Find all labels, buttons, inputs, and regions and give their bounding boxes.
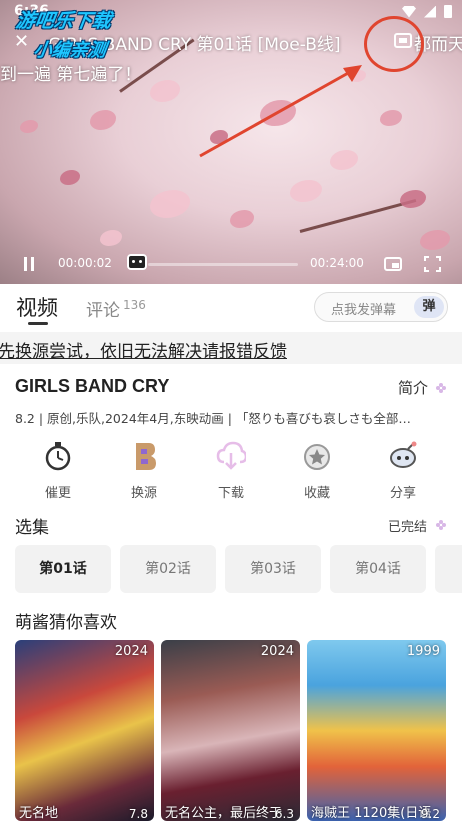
intro-button[interactable]: 简介 <box>398 377 428 398</box>
action-share[interactable]: 分享 <box>360 438 446 501</box>
danmaku-send-button[interactable]: 弹 <box>414 296 444 318</box>
tab-bar: 视频 评论 136 点我发弹幕 弹 <box>0 284 462 330</box>
card-score: 7.8 <box>128 807 148 821</box>
fullscreen-icon[interactable] <box>424 256 441 272</box>
current-time: 00:00:02 <box>58 256 112 270</box>
player-controls: 00:00:02 00:24:00 <box>0 248 462 280</box>
card-title: 无名公主，最后终于 <box>165 806 283 821</box>
tab-indicator <box>28 322 48 325</box>
episode-item[interactable]: 第02话 <box>120 545 216 593</box>
progress-thumb-icon[interactable] <box>127 254 147 270</box>
recommend-title: 萌酱猜你喜欢 <box>15 613 117 633</box>
notice-banner[interactable]: 先换源尝试，依旧无法解决请报错反馈 <box>0 332 462 364</box>
source-switch-icon <box>129 440 159 472</box>
action-download-label: 下载 <box>217 486 244 501</box>
action-download[interactable]: 下载 <box>188 438 274 501</box>
picture-in-picture-icon[interactable] <box>384 257 402 271</box>
annotation-arrow <box>199 65 362 158</box>
tab-comments-label: 评论 <box>86 301 120 321</box>
tab-video[interactable]: 视频 <box>16 292 58 322</box>
card-title: 无名地 <box>19 806 59 821</box>
action-bar: 催更 换源 下载 收藏 分享 <box>0 438 462 506</box>
comment-count: 136 <box>123 298 146 313</box>
card-score: 9.2 <box>420 807 440 821</box>
episode-item[interactable]: 第03话 <box>225 545 321 593</box>
action-switch-source[interactable]: 换源 <box>101 438 187 501</box>
recommend-list: 2024 无名地 7.8 2024 无名公主，最后终于 6.3 1999 海贼王… <box>15 640 462 821</box>
action-favorite-label: 收藏 <box>303 486 330 501</box>
action-urge[interactable]: 催更 <box>15 438 101 501</box>
episode-item[interactable]: 第04话 <box>330 545 426 593</box>
danmaku-placeholder: 点我发弹幕 <box>331 303 397 318</box>
recommend-card[interactable]: 2024 无名地 7.8 <box>15 640 154 821</box>
action-share-label: 分享 <box>389 486 416 501</box>
recommend-card[interactable]: 2024 无名公主，最后终于 6.3 <box>161 640 300 821</box>
anime-meta: 8.2 | 原创,乐队,2024年4月,东映动画 | 「怒りも喜びも哀しさも全部… <box>15 411 411 426</box>
anime-title: GIRLS BAND CRY <box>15 376 170 396</box>
cloud-download-icon <box>216 440 248 472</box>
tab-comments[interactable]: 评论 136 <box>86 296 146 321</box>
card-year: 2024 <box>114 644 148 659</box>
danmaku-input[interactable]: 点我发弹幕 弹 <box>314 292 448 322</box>
recommend-card[interactable]: 1999 海贼王 1120集(日语 9.2 <box>307 640 446 821</box>
stopwatch-icon <box>43 440 73 472</box>
action-switch-source-label: 换源 <box>130 486 157 501</box>
episode-item[interactable]: 第 <box>435 545 462 593</box>
notice-text: 先换源尝试，依旧无法解决请报错反馈 <box>0 342 287 362</box>
status-flower-icon <box>436 520 446 530</box>
progress-bar[interactable] <box>148 263 298 266</box>
episodes-title: 选集 <box>15 518 49 538</box>
share-icon <box>388 440 418 472</box>
pause-icon[interactable] <box>22 257 36 271</box>
card-year: 1999 <box>406 644 440 659</box>
episode-list: 第01话 第02话 第03话 第04话 第 <box>15 545 462 593</box>
action-urge-label: 催更 <box>44 486 71 501</box>
total-time: 00:24:00 <box>310 256 364 270</box>
intro-flower-icon <box>436 383 446 393</box>
star-favorite-icon <box>302 440 332 472</box>
episodes-status[interactable]: 已完结 <box>388 516 427 535</box>
video-player[interactable]: 6:36 ✕ GIRLS BAND CRY 第01话 [Moe-B线] 都而天 … <box>0 0 462 284</box>
action-favorite[interactable]: 收藏 <box>274 438 360 501</box>
card-score: 6.3 <box>274 807 294 821</box>
episode-item[interactable]: 第01话 <box>15 545 111 593</box>
card-title: 海贼王 1120集(日语 <box>311 806 432 821</box>
card-year: 2024 <box>260 644 294 659</box>
